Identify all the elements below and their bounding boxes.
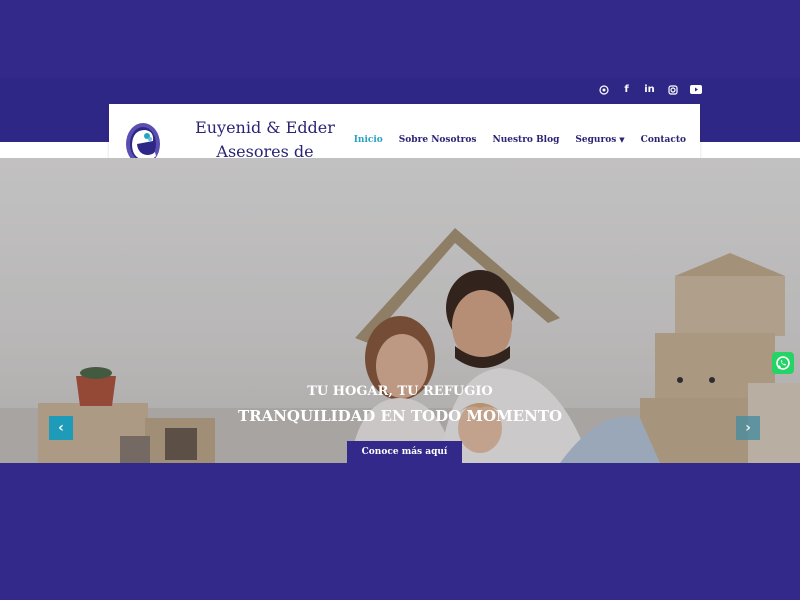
nav-item-contacto[interactable]: Contacto (641, 135, 686, 145)
hero-title: TRANQUILIDAD EN TODO MOMENTO (237, 407, 563, 425)
whatsapp-icon (776, 356, 790, 370)
nav-item-nuestro-blog[interactable]: Nuestro Blog (492, 135, 559, 145)
nav-item-seguros[interactable]: Seguros ▼ (575, 135, 624, 145)
carousel-next-button[interactable]: › (736, 416, 760, 440)
youtube-icon[interactable] (688, 82, 703, 97)
main-nav: Inicio Sobre Nosotros Nuestro Blog Segur… (354, 135, 686, 145)
caret-down-icon: ▼ (619, 135, 625, 144)
cta-button[interactable]: Conoce más aquí (347, 441, 462, 463)
chevron-right-icon: › (745, 420, 751, 436)
nav-item-seguros-label: Seguros (575, 135, 617, 145)
brand-line-1: Euyenid & Edder (195, 118, 335, 137)
top-background (0, 0, 800, 78)
instagram-icon[interactable] (665, 82, 680, 97)
facebook-icon[interactable]: f (619, 82, 634, 97)
nav-item-inicio[interactable]: Inicio (354, 135, 383, 145)
chevron-left-icon: ‹ (58, 420, 64, 436)
hero-subtitle: TU HOGAR, TU REFUGIO (307, 384, 493, 399)
whatsapp-float-button[interactable] (772, 352, 794, 374)
linkedin-icon[interactable]: in (642, 82, 657, 97)
carousel-prev-button[interactable]: ‹ (49, 416, 73, 440)
whatsapp-icon[interactable] (596, 82, 611, 97)
nav-item-sobre-nosotros[interactable]: Sobre Nosotros (399, 135, 477, 145)
social-links: f in (596, 82, 703, 97)
